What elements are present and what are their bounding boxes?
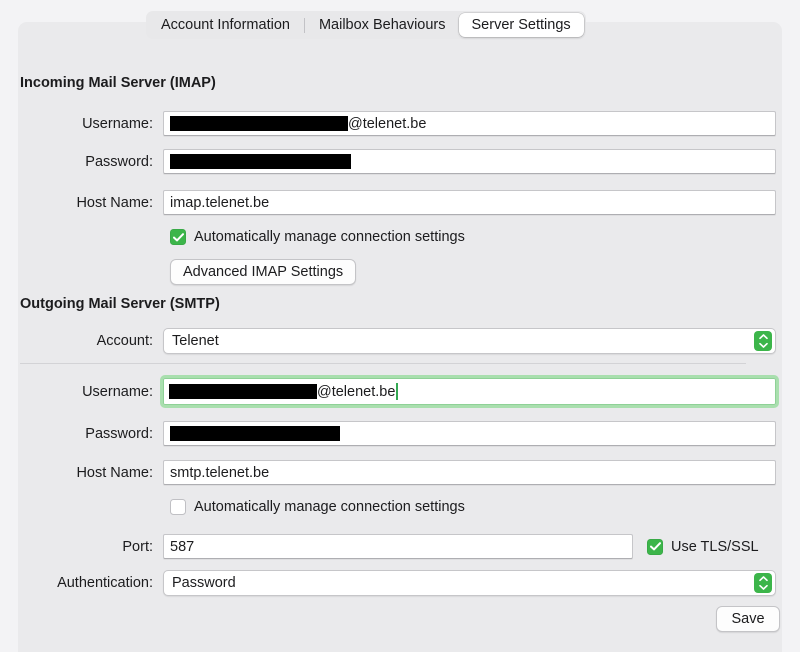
checkbox-checked-icon bbox=[170, 229, 186, 245]
smtp-divider bbox=[20, 363, 746, 364]
save-button[interactable]: Save bbox=[716, 606, 780, 632]
imap-auto-manage-checkbox[interactable]: Automatically manage connection settings bbox=[170, 229, 465, 245]
imap-hostname-value: imap.telenet.be bbox=[170, 194, 270, 211]
chevron-updown-icon[interactable] bbox=[754, 331, 772, 351]
smtp-username-input[interactable]: @telenet.be bbox=[160, 375, 779, 408]
smtp-authentication-row: Authentication: Password bbox=[0, 570, 800, 596]
outgoing-section-title: Outgoing Mail Server (SMTP) bbox=[20, 296, 220, 312]
tab-account-information[interactable]: Account Information bbox=[148, 13, 303, 37]
smtp-hostname-value: smtp.telenet.be bbox=[170, 464, 270, 481]
smtp-username-redaction bbox=[169, 384, 317, 399]
tab-server-settings[interactable]: Server Settings bbox=[458, 13, 584, 37]
smtp-port-input[interactable]: 587 bbox=[163, 534, 633, 559]
incoming-section-title: Incoming Mail Server (IMAP) bbox=[20, 75, 216, 91]
imap-password-redaction bbox=[170, 154, 351, 169]
smtp-auto-manage-checkbox[interactable]: Automatically manage connection settings bbox=[170, 499, 465, 515]
advanced-imap-settings-label: Advanced IMAP Settings bbox=[183, 264, 344, 280]
imap-hostname-input[interactable]: imap.telenet.be bbox=[163, 190, 776, 215]
smtp-tls-label: Use TLS/SSL bbox=[671, 538, 759, 555]
smtp-password-input[interactable] bbox=[163, 421, 776, 446]
smtp-authentication-select[interactable]: Password bbox=[163, 570, 776, 596]
smtp-auto-manage-label: Automatically manage connection settings bbox=[194, 499, 465, 515]
smtp-password-label: Password: bbox=[85, 425, 153, 442]
smtp-username-label: Username: bbox=[82, 383, 153, 400]
smtp-hostname-row: Host Name: smtp.telenet.be bbox=[0, 460, 800, 485]
imap-auto-manage-label: Automatically manage connection settings bbox=[194, 229, 465, 245]
smtp-hostname-label: Host Name: bbox=[76, 464, 153, 481]
smtp-authentication-value: Password bbox=[172, 575, 236, 591]
save-button-label: Save bbox=[731, 611, 765, 627]
tab-separator bbox=[303, 17, 305, 33]
smtp-username-value: @telenet.be bbox=[317, 383, 396, 400]
tab-bar: Account Information Mailbox Behaviours S… bbox=[146, 11, 586, 39]
save-button-row: Save bbox=[716, 606, 780, 632]
imap-username-input[interactable]: @telenet.be bbox=[163, 111, 776, 136]
imap-hostname-label: Host Name: bbox=[76, 194, 153, 211]
smtp-authentication-label: Authentication: bbox=[57, 575, 153, 591]
tab-account-information-label: Account Information bbox=[161, 17, 290, 33]
smtp-password-row: Password: bbox=[0, 421, 800, 446]
smtp-username-row: Username: @telenet.be bbox=[0, 375, 800, 408]
imap-username-redaction bbox=[170, 116, 348, 131]
checkbox-checked-icon bbox=[647, 538, 663, 555]
smtp-password-redaction bbox=[170, 426, 340, 441]
tab-mailbox-behaviours[interactable]: Mailbox Behaviours bbox=[306, 13, 459, 37]
smtp-hostname-input[interactable]: smtp.telenet.be bbox=[163, 460, 776, 485]
smtp-port-label: Port: bbox=[122, 538, 153, 555]
advanced-imap-settings-button[interactable]: Advanced IMAP Settings bbox=[170, 259, 357, 285]
chevron-updown-icon[interactable] bbox=[754, 573, 772, 593]
text-cursor bbox=[396, 383, 398, 400]
smtp-account-row: Account: Telenet bbox=[0, 328, 800, 354]
smtp-port-value: 587 bbox=[170, 538, 195, 555]
imap-hostname-row: Host Name: imap.telenet.be bbox=[0, 190, 800, 215]
tab-server-settings-label: Server Settings bbox=[471, 17, 571, 33]
tab-mailbox-behaviours-label: Mailbox Behaviours bbox=[318, 17, 446, 33]
smtp-account-select[interactable]: Telenet bbox=[163, 328, 776, 354]
imap-password-label: Password: bbox=[85, 153, 153, 170]
smtp-account-label: Account: bbox=[96, 333, 153, 349]
imap-username-row: Username: @telenet.be bbox=[0, 111, 800, 136]
smtp-port-row: Port: 587 Use TLS/SSL bbox=[0, 534, 800, 559]
smtp-account-value: Telenet bbox=[172, 333, 219, 349]
smtp-tls-checkbox[interactable]: Use TLS/SSL bbox=[647, 538, 759, 555]
advanced-imap-settings-row: Advanced IMAP Settings bbox=[170, 259, 357, 285]
imap-password-input[interactable] bbox=[163, 149, 776, 174]
imap-username-value: @telenet.be bbox=[348, 115, 427, 132]
imap-password-row: Password: bbox=[0, 149, 800, 174]
checkbox-unchecked-icon bbox=[170, 499, 186, 515]
imap-username-label: Username: bbox=[82, 115, 153, 132]
